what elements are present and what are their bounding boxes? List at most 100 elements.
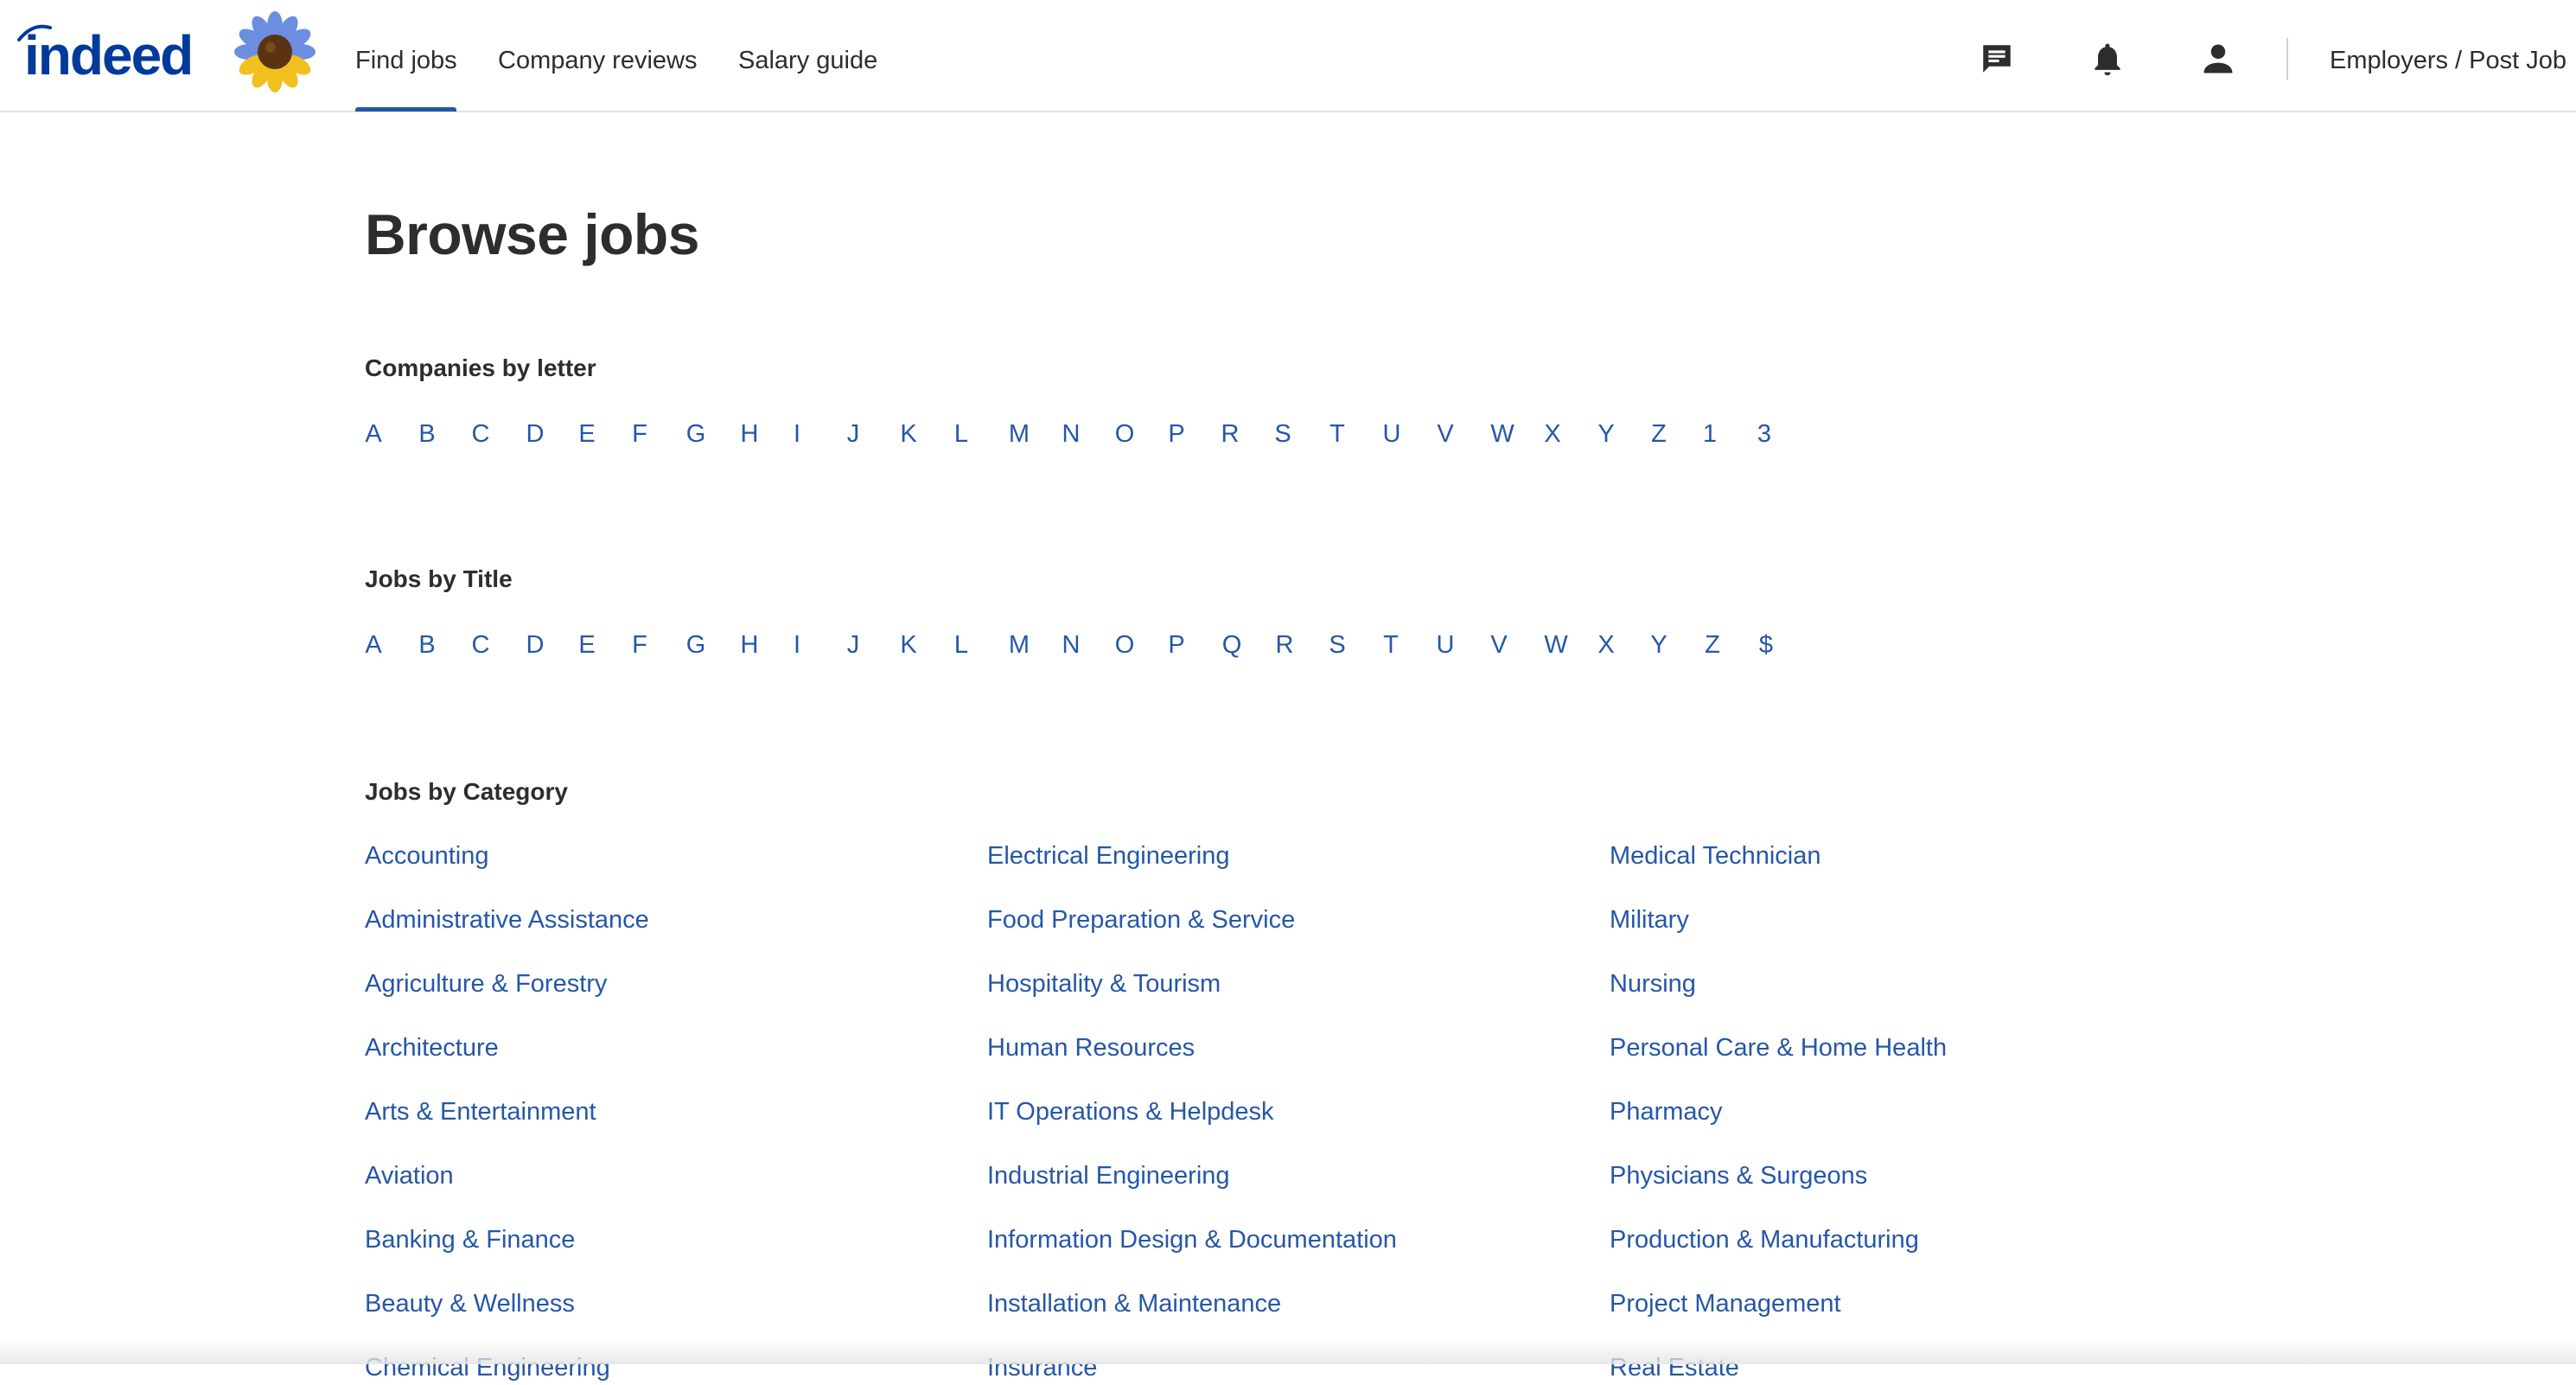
company-letter-link[interactable]: H: [741, 415, 759, 453]
jobs-by-title-heading: Jobs by Title: [365, 565, 513, 592]
category-link[interactable]: Beauty & Wellness: [365, 1286, 575, 1321]
category-link[interactable]: Information Design & Documentation: [987, 1222, 1397, 1257]
category-link[interactable]: Hospitality & Tourism: [987, 967, 1221, 1001]
job-title-letter-link[interactable]: P: [1168, 626, 1184, 664]
job-title-letter-link[interactable]: V: [1490, 626, 1507, 664]
job-title-letter-link[interactable]: N: [1062, 626, 1081, 664]
company-letter-link[interactable]: Z: [1651, 415, 1667, 453]
job-title-letter-link[interactable]: Z: [1705, 626, 1720, 664]
indeed-logo[interactable]: indeed: [16, 14, 206, 86]
job-title-letter-link[interactable]: X: [1597, 626, 1614, 664]
job-title-letter-link[interactable]: K: [900, 626, 916, 664]
category-link[interactable]: Industrial Engineering: [987, 1158, 1230, 1193]
company-letter-link[interactable]: X: [1544, 415, 1560, 453]
company-letter-link[interactable]: 3: [1757, 415, 1771, 453]
company-letter-link[interactable]: P: [1168, 415, 1184, 453]
company-letter-link[interactable]: C: [472, 415, 490, 453]
company-letter-link[interactable]: R: [1221, 415, 1240, 453]
page-title: Browse jobs: [365, 202, 699, 266]
category-link[interactable]: Agriculture & Forestry: [365, 967, 607, 1001]
job-title-letter-link[interactable]: E: [578, 626, 595, 664]
company-letter-link[interactable]: Y: [1597, 415, 1614, 453]
category-link[interactable]: Real Estate: [1610, 1350, 1739, 1385]
category-link[interactable]: Electrical Engineering: [987, 839, 1229, 873]
category-link[interactable]: Production & Manufacturing: [1610, 1222, 1919, 1257]
profile-icon[interactable]: [2194, 35, 2242, 83]
nav-find-jobs[interactable]: Find jobs: [355, 43, 457, 78]
companies-by-letter-heading: Companies by letter: [365, 354, 596, 381]
company-letter-link[interactable]: I: [794, 415, 800, 453]
employers-post-job-link[interactable]: Employers / Post Job: [2330, 43, 2566, 78]
company-letter-link[interactable]: V: [1437, 415, 1453, 453]
top-navigation-bar: indeed Find jobs Company reviews Salary …: [0, 0, 2576, 112]
category-link[interactable]: Physicians & Surgeons: [1610, 1158, 1867, 1193]
company-letter-link[interactable]: F: [632, 415, 647, 453]
category-link[interactable]: Aviation: [365, 1158, 454, 1193]
job-title-letter-link[interactable]: U: [1437, 626, 1455, 664]
company-letter-link[interactable]: E: [578, 415, 595, 453]
job-title-letter-link[interactable]: T: [1383, 626, 1399, 664]
company-letter-link[interactable]: 1: [1703, 415, 1717, 453]
jobs-by-category-heading: Jobs by Category: [365, 778, 568, 805]
job-title-letter-link[interactable]: I: [794, 626, 800, 664]
company-letter-link[interactable]: L: [954, 415, 968, 453]
company-letter-link[interactable]: G: [686, 415, 706, 453]
category-link[interactable]: Insurance: [987, 1350, 1097, 1385]
job-title-letter-link[interactable]: C: [472, 626, 490, 664]
category-link[interactable]: Nursing: [1610, 967, 1696, 1001]
company-letter-link[interactable]: D: [526, 415, 545, 453]
job-title-letter-link[interactable]: L: [954, 626, 968, 664]
job-title-letter-link[interactable]: M: [1009, 626, 1030, 664]
job-title-letter-link[interactable]: H: [741, 626, 759, 664]
job-title-letter-link[interactable]: W: [1544, 626, 1567, 664]
category-link[interactable]: Architecture: [365, 1031, 499, 1065]
nav-company-reviews[interactable]: Company reviews: [498, 43, 697, 78]
category-link[interactable]: Administrative Assistance: [365, 903, 649, 937]
job-title-letter-link[interactable]: F: [632, 626, 647, 664]
company-letter-link[interactable]: U: [1383, 415, 1401, 453]
job-title-letter-link[interactable]: Y: [1650, 626, 1667, 664]
company-letter-link[interactable]: T: [1329, 415, 1345, 453]
nav-salary-guide[interactable]: Salary guide: [738, 43, 877, 78]
job-title-letter-link[interactable]: A: [365, 626, 381, 664]
job-title-letter-link[interactable]: R: [1276, 626, 1294, 664]
company-letter-link[interactable]: N: [1062, 415, 1081, 453]
category-link[interactable]: Military: [1610, 903, 1689, 937]
job-title-letter-link[interactable]: G: [686, 626, 706, 664]
company-letter-link[interactable]: O: [1115, 415, 1135, 453]
category-link[interactable]: Accounting: [365, 839, 489, 873]
company-letter-link[interactable]: M: [1009, 415, 1030, 453]
job-title-letter-link[interactable]: Q: [1222, 626, 1242, 664]
sunflower-icon: [232, 7, 318, 93]
company-letter-link[interactable]: W: [1490, 415, 1514, 453]
category-link[interactable]: IT Operations & Helpdesk: [987, 1095, 1274, 1129]
job-title-letter-link[interactable]: B: [418, 626, 435, 664]
jobs-title-letter-row: A B C D E F G H I J K L M N O P Q R S T …: [0, 626, 1902, 664]
category-link[interactable]: Personal Care & Home Health: [1610, 1031, 1947, 1065]
company-letter-link[interactable]: B: [418, 415, 435, 453]
job-title-letter-link[interactable]: S: [1329, 626, 1345, 664]
company-letter-link[interactable]: K: [900, 415, 916, 453]
job-title-letter-link[interactable]: J: [847, 626, 860, 664]
logo-wordmark: indeed: [24, 24, 192, 83]
category-link[interactable]: Human Resources: [987, 1031, 1195, 1065]
job-title-letter-link[interactable]: D: [526, 626, 545, 664]
category-link[interactable]: Pharmacy: [1610, 1095, 1723, 1129]
company-letter-link[interactable]: A: [365, 415, 381, 453]
header-divider: [2286, 38, 2288, 80]
category-link[interactable]: Food Preparation & Service: [987, 903, 1295, 937]
category-link[interactable]: Medical Technician: [1610, 839, 1821, 873]
job-title-letter-link[interactable]: O: [1115, 626, 1135, 664]
category-link[interactable]: Installation & Maintenance: [987, 1286, 1281, 1321]
notifications-bell-icon[interactable]: [2083, 35, 2132, 83]
company-letter-link[interactable]: S: [1274, 415, 1291, 453]
category-link[interactable]: Arts & Entertainment: [365, 1095, 596, 1129]
messages-icon[interactable]: [1973, 35, 2021, 83]
job-title-letter-link[interactable]: $: [1759, 626, 1773, 664]
company-letter-link[interactable]: J: [847, 415, 860, 453]
category-link[interactable]: Project Management: [1610, 1286, 1841, 1321]
category-link[interactable]: Banking & Finance: [365, 1222, 575, 1257]
category-link[interactable]: Chemical Engineering: [365, 1350, 610, 1385]
active-tab-indicator: [355, 107, 456, 112]
companies-letter-row: A B C D E F G H I J K L M N O P R S T U …: [0, 415, 1902, 453]
